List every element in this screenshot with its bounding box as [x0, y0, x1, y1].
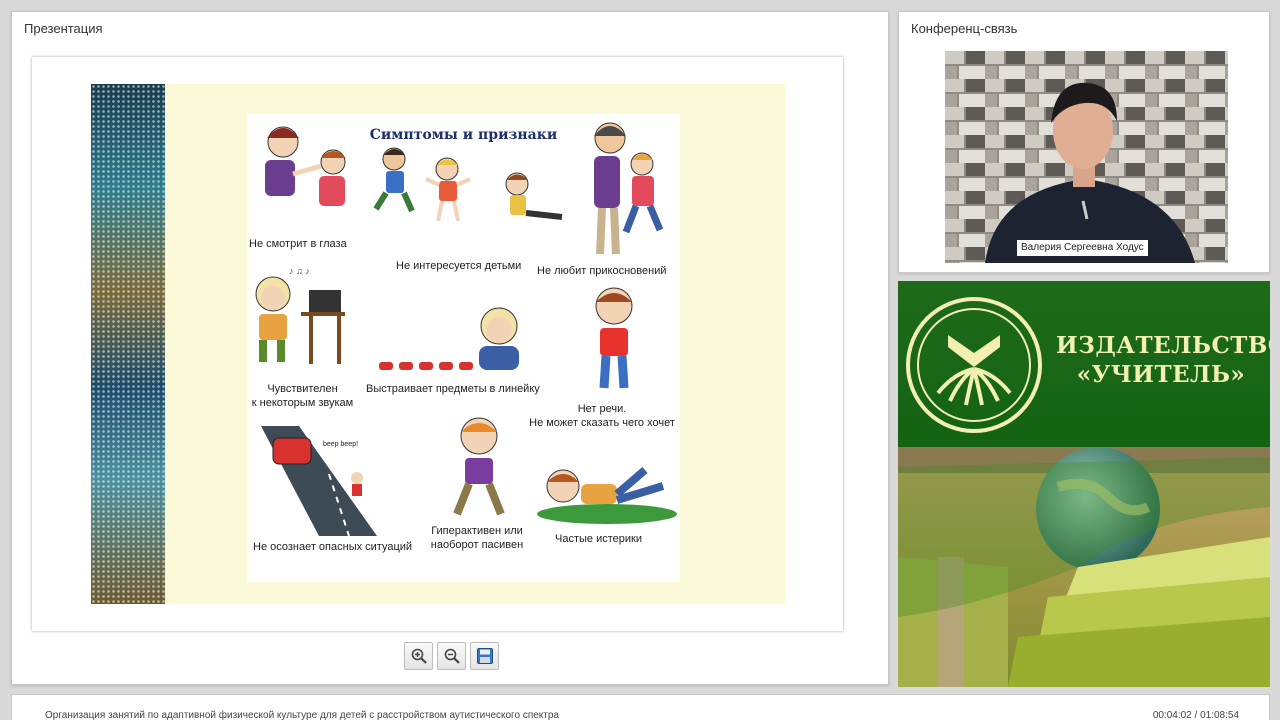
caption-children: Не интересуется детьми — [396, 260, 522, 272]
caption-eye-contact: Не смотрит в глаза — [249, 238, 347, 250]
course-info-bar: Организация занятий по адаптивной физиче… — [11, 694, 1270, 720]
save-button[interactable] — [470, 642, 499, 670]
banner-photo — [898, 447, 1270, 687]
caption-speech-line1: Нет речи. — [577, 403, 627, 415]
caption-sounds: Чувствителен к некоторым звукам — [250, 382, 355, 410]
caption-danger: Не осознает опасных ситуаций — [253, 541, 413, 553]
slide-decor-strip — [91, 84, 165, 604]
zoom-in-button[interactable] — [404, 642, 433, 670]
eye-contact-illustration — [265, 126, 346, 206]
playback-time: 00:04:02 / 01:08:54 — [1152, 710, 1239, 720]
lines-up-illustration — [379, 307, 519, 370]
speech-illustration — [595, 287, 633, 389]
publisher-name: ИЗДАТЕЛЬСТВО «УЧИТЕЛЬ» — [1056, 331, 1270, 389]
touch-illustration — [594, 122, 664, 255]
sounds-illustration: ♪ ♫ ♪ — [255, 266, 345, 364]
presentation-title: Презентация — [24, 21, 103, 36]
caption-touch: Не любит прикосновений — [537, 265, 667, 277]
banner-header: ИЗДАТЕЛЬСТВО «УЧИТЕЛЬ» — [898, 281, 1270, 447]
slide-toolbar — [404, 642, 499, 670]
floppy-disk-icon — [476, 648, 493, 664]
caption-hyper-line1: Гиперактивен или — [431, 525, 523, 537]
hyper-illustration — [453, 417, 505, 516]
svg-text:beep beep!: beep beep! — [323, 441, 358, 448]
conference-panel: Конференц-связь Валерия Сергеевна Ходус — [898, 11, 1270, 273]
caption-speech: Нет речи. Не может сказать чего хочет — [517, 402, 687, 430]
presentation-panel: Презентация Симптомы и признаки Не смотр… — [11, 11, 889, 685]
participant-name-badge: Валерия Сергеевна Ходус — [1017, 240, 1148, 256]
caption-tantrums: Частые истерики — [555, 533, 642, 545]
publisher-logo-icon — [906, 297, 1042, 433]
publisher-name-line2: «УЧИТЕЛЬ» — [1076, 361, 1246, 388]
zoom-out-icon — [444, 648, 460, 664]
video-frame — [945, 51, 1228, 263]
caption-hyper: Гиперактивен или наоборот пасивен — [425, 524, 529, 552]
zoom-out-button[interactable] — [437, 642, 466, 670]
course-title: Организация занятий по адаптивной физиче… — [45, 710, 559, 720]
books-globe-photo — [898, 447, 1270, 687]
caption-hyper-line2: наоборот пасивен — [430, 539, 524, 551]
slide-viewer[interactable]: Симптомы и признаки Не смотрит в глаза Н… — [32, 57, 843, 631]
slide: Симптомы и признаки Не смотрит в глаза Н… — [91, 84, 785, 604]
caption-speech-line2: Не может сказать чего хочет — [529, 417, 675, 429]
publisher-name-line1: ИЗДАТЕЛЬСТВО — [1056, 332, 1270, 359]
conference-title: Конференц-связь — [911, 21, 1018, 36]
slide-content: Симптомы и признаки Не смотрит в глаза Н… — [247, 114, 680, 582]
tantrum-illustration — [537, 466, 677, 524]
danger-illustration: beep beep! — [261, 426, 377, 537]
publisher-banner[interactable]: ИЗДАТЕЛЬСТВО «УЧИТЕЛЬ» — [898, 281, 1270, 687]
children-illustration — [373, 147, 563, 222]
caption-sounds-line1: Чувствителен — [267, 383, 338, 395]
caption-sounds-line2: к некоторым звукам — [251, 397, 354, 409]
zoom-in-icon — [411, 648, 427, 664]
video-feed[interactable]: Валерия Сергеевна Ходус — [945, 51, 1228, 263]
svg-text:♪ ♫ ♪: ♪ ♫ ♪ — [289, 266, 310, 276]
caption-lines-up: Выстраивает предметы в линейку — [366, 383, 540, 395]
